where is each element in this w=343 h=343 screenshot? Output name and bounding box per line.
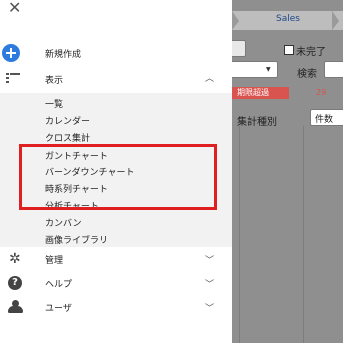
overdue-badge[interactable]: 期限超過 xyxy=(232,87,289,99)
close-icon[interactable]: ✕ xyxy=(8,0,21,16)
column-divider xyxy=(303,126,304,343)
submenu-item-kanban[interactable]: カンバン xyxy=(45,216,81,229)
side-menu: ✕ 新規作成 表示 ︿ 一覧 カレンダー クロス集計 ガントチャート バーンダウ… xyxy=(0,0,232,343)
submenu-item-image-library[interactable]: 画像ライブラリ xyxy=(45,233,108,246)
chevron-down-icon[interactable]: ﹀ xyxy=(205,277,214,290)
overdue-count: 29 xyxy=(316,88,327,97)
help-icon: ? xyxy=(8,276,22,290)
submenu-item-crosstab[interactable]: クロス集計 xyxy=(45,131,90,144)
aggregate-type-select[interactable]: 件数 xyxy=(310,109,343,126)
chevron-down-icon[interactable]: ﹀ xyxy=(205,253,214,266)
highlight-box xyxy=(19,144,217,210)
breadcrumb-separator xyxy=(332,11,339,30)
submenu-item-list[interactable]: 一覧 xyxy=(45,97,63,110)
chevron-down-icon: ▼ xyxy=(266,66,271,73)
menu-item-help[interactable]: ヘルプ xyxy=(45,277,72,290)
menu-item-admin[interactable]: 管理 xyxy=(45,253,63,266)
chevron-up-icon[interactable]: ︿ xyxy=(205,71,214,84)
chevron-down-icon[interactable]: ﹀ xyxy=(205,301,214,314)
incomplete-label: 未完了 xyxy=(296,47,326,58)
menu-item-view[interactable]: 表示 xyxy=(45,73,63,86)
breadcrumb-item-sales[interactable]: Sales xyxy=(276,14,300,24)
breadcrumb-separator xyxy=(232,11,239,30)
column-divider xyxy=(239,126,240,343)
user-icon xyxy=(8,300,23,313)
search-input[interactable] xyxy=(324,61,343,78)
aggregate-type-label: 集計種別 xyxy=(237,117,277,128)
menu-item-user[interactable]: ユーザ xyxy=(45,301,72,314)
search-label: 検索 xyxy=(297,69,317,80)
submenu-item-calendar[interactable]: カレンダー xyxy=(45,114,90,127)
menu-item-new[interactable]: 新規作成 xyxy=(45,47,81,60)
gear-icon: ✲ xyxy=(9,251,21,267)
toolbar-button[interactable] xyxy=(230,40,246,57)
background-app: Sales 未完了 ▼ 検索 期限超過 29 集計種別 件数 xyxy=(230,0,343,343)
list-icon xyxy=(6,73,20,83)
incomplete-checkbox[interactable] xyxy=(284,45,294,55)
add-icon[interactable] xyxy=(2,44,20,62)
